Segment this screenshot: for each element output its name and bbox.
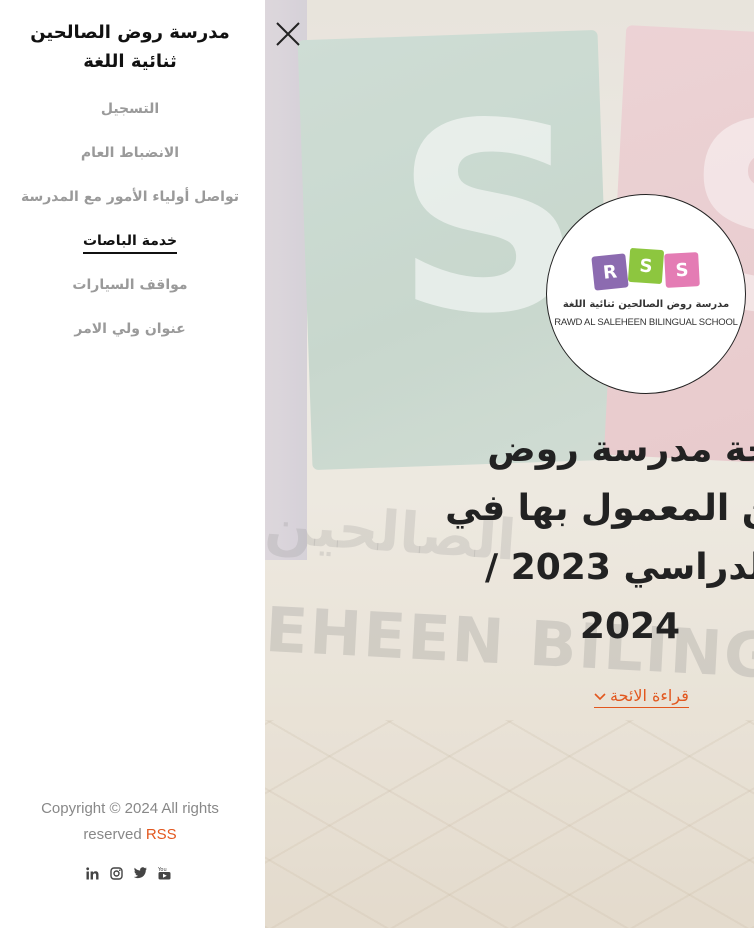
sidebar-item-discipline[interactable]: الانضباط العام [0,140,260,184]
close-icon[interactable] [275,21,301,47]
twitter-icon[interactable] [134,866,147,880]
sidebar-item-parking[interactable]: مواقف السيارات [0,272,260,316]
logo-blocks: R S S [591,247,703,291]
hero-title: حة مدرسة روض حين المعمول بها في الدراسي … [420,420,754,656]
site-title-line: ثنائية اللغة [83,51,177,72]
sidebar-item-label: عنوان ولي الامر [74,321,186,337]
youtube-icon[interactable]: You [158,866,171,880]
page: S S الصالحين EHEEN BILINGUAL R S S مدرسة… [0,0,754,928]
site-title-line: مدرسة روض الصالحين [30,22,230,43]
sidebar-item-guardian-address[interactable]: عنوان ولي الامر [0,316,260,360]
brand-link[interactable]: RSS [146,826,177,843]
sidebar-item-parent-communication[interactable]: تواصل أولياء الأمور مع المدرسة [0,184,260,228]
sidebar-item-bus-service[interactable]: خدمة الباصات [0,228,260,272]
sidebar-nav: التسجيل الانضباط العام تواصل أولياء الأم… [0,96,260,360]
sidebar-item-label: خدمة الباصات [82,230,178,254]
sidebar-item-label: التسجيل [100,101,160,117]
school-logo: R S S مدرسة روض الصالحين ثنائية اللغة RA… [546,194,746,394]
sidebar-item-label: مواقف السيارات [72,277,188,293]
logo-block-s1: S [627,247,665,285]
hero-title-line: الدراسي 2023 / [485,547,754,588]
hero-title-line: 2024 [579,606,681,647]
read-link-label: قراءة الائحة [610,686,689,705]
social-links: You [86,866,171,880]
sidebar-item-registration[interactable]: التسجيل [0,96,260,140]
logo-block-s2: S [664,252,700,288]
sidebar-item-label: الانضباط العام [80,145,180,161]
hero-title-line: حة مدرسة روض [487,429,754,470]
copyright-text: Copyright © 2024 All rights reserved RSS [20,796,240,848]
sidebar-menu: مدرسة روض الصالحين ثنائية اللغة التسجيل … [0,0,265,928]
linkedin-icon[interactable] [86,866,99,880]
instagram-icon[interactable] [110,866,123,880]
logo-english-name: RAWD AL SALEHEEN BILINGUAL SCHOOL [554,317,738,328]
chevron-down-icon [594,690,606,705]
copyright-prefix: Copyright © 2024 All rights reserved [41,800,219,843]
logo-arabic-name: مدرسة روض الصالحين ثنائية اللغة [562,299,730,310]
site-title[interactable]: مدرسة روض الصالحين ثنائية اللغة [0,18,260,76]
hero-title-line: حين المعمول بها في [445,488,754,529]
read-regulations-link[interactable]: قراءة الائحة [594,686,689,708]
sidebar-item-label: تواصل أولياء الأمور مع المدرسة [20,189,240,205]
logo-block-r: R [591,253,629,291]
